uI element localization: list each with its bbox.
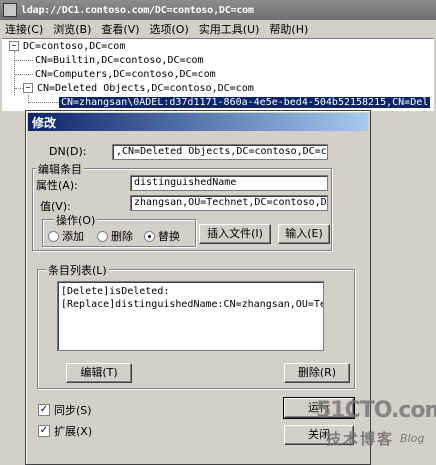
dialog-title: 修改 [32, 115, 57, 130]
menu-connection[interactable]: 连接(C) [0, 21, 48, 37]
tree-connector [15, 88, 23, 89]
tree-connector [29, 102, 59, 103]
modify-dialog: 修改 DN(D): ,CN=Deleted Objects,DC=contoso… [25, 110, 371, 465]
tree-connector [15, 60, 33, 61]
checkmark-icon[interactable]: ✓ [38, 404, 50, 416]
dn-field[interactable]: ,CN=Deleted Objects,DC=contoso,DC=com [112, 144, 328, 160]
ldap-tree-view[interactable]: − DC=contoso,DC=com CN=Builtin,DC=contoso… [2, 38, 434, 111]
tree-connector [15, 74, 33, 75]
edit-entry-button[interactable]: 编辑(T) [66, 363, 132, 383]
close-button[interactable]: 关闭 [284, 425, 354, 445]
entry-list[interactable]: [Delete]isDeleted: [Replace]distinguishe… [57, 281, 324, 351]
radio-checked[interactable] [144, 230, 155, 242]
dialog-titlebar: 修改 [28, 113, 368, 131]
enter-button[interactable]: 输入(E) [278, 224, 330, 244]
entry-list-group-title: 条目列表(L) [46, 262, 109, 278]
tree-node-builtin[interactable]: CN=Builtin,DC=contoso,DC=com [33, 54, 206, 68]
run-button[interactable]: 运行 [283, 397, 355, 419]
operation-group-title: 操作(O) [54, 212, 98, 228]
menu-help[interactable]: 帮助(H) [264, 21, 313, 37]
edit-entry-group-title: 编辑条目 [36, 161, 84, 177]
remove-entry-button[interactable]: 删除(R) [284, 363, 350, 383]
window-titlebar: ldap://DC1.contoso.com/DC=contoso,DC=com [0, 0, 436, 20]
tree-node-root[interactable]: − DC=contoso,DC=com [9, 40, 127, 54]
list-item[interactable]: [Delete]isDeleted: [61, 285, 320, 298]
menu-options[interactable]: 选项(O) [145, 21, 194, 37]
checkmark-icon[interactable]: ✓ [38, 425, 50, 437]
tree-node-deleted-objects[interactable]: − CN=Deleted Objects,DC=contoso,DC=com [23, 82, 256, 96]
list-item[interactable]: [Replace]distinguishedName:CN=zhangsan,O… [61, 298, 323, 311]
attribute-label: 属性(A): [36, 179, 78, 192]
op-replace-radio[interactable]: 替换 [144, 228, 180, 244]
window-title: ldap://DC1.contoso.com/DC=contoso,DC=com [21, 4, 254, 16]
op-delete-radio[interactable]: 删除 [97, 228, 133, 244]
dn-label: DN(D): [49, 145, 87, 158]
collapse-icon[interactable]: − [23, 83, 33, 93]
sync-checkbox[interactable]: ✓ 同步(S) [38, 402, 92, 418]
attribute-field[interactable]: distinguishedName [130, 175, 328, 191]
op-add-radio[interactable]: 添加 [48, 228, 84, 244]
insert-file-button[interactable]: 插入文件(I) [199, 224, 271, 244]
tree-node-deleted-user[interactable]: CN=zhangsan\0ADEL:d37d1171-860a-4e5e-bed… [59, 96, 431, 110]
tree-node-computers[interactable]: CN=Computers,DC=contoso,DC=com [33, 68, 218, 82]
menu-bar: 连接(C) 浏览(B) 查看(V) 选项(O) 实用工具(U) 帮助(H) [0, 20, 436, 38]
menu-browse[interactable]: 浏览(B) [48, 21, 96, 37]
value-field[interactable]: zhangsan,OU=Technet,DC=contoso,DC=com [130, 195, 328, 211]
menu-view[interactable]: 查看(V) [96, 21, 144, 37]
watermark-blog: Blog [400, 432, 425, 445]
collapse-icon[interactable]: − [9, 41, 19, 51]
menu-utilities[interactable]: 实用工具(U) [194, 21, 265, 37]
radio-unchecked[interactable] [48, 230, 59, 242]
radio-unchecked[interactable] [97, 230, 108, 242]
extended-checkbox[interactable]: ✓ 扩展(X) [38, 423, 92, 439]
ldp-app-icon [3, 3, 17, 17]
